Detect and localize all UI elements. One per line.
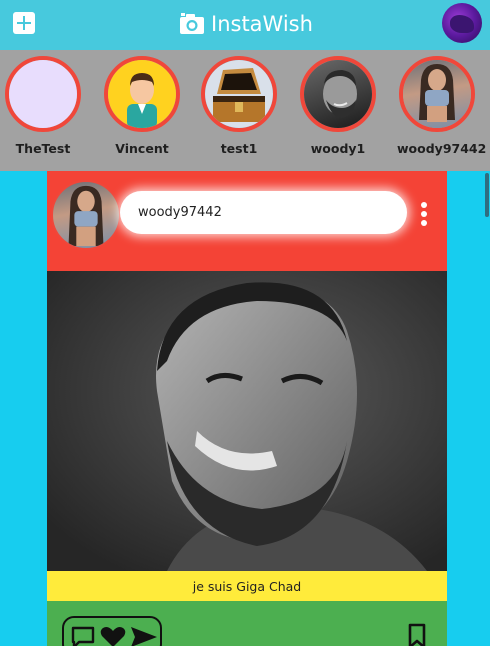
app-title: InstaWish	[211, 12, 313, 36]
scrollbar-track[interactable]	[484, 171, 490, 646]
story-item[interactable]: Vincent	[102, 56, 182, 156]
post-header: woody97442	[47, 171, 447, 271]
heart-icon[interactable]	[99, 625, 127, 646]
post-photo[interactable]	[47, 271, 447, 571]
story-avatar[interactable]	[201, 56, 277, 132]
app-header: InstaWish	[0, 0, 490, 50]
bw-portrait-icon	[304, 60, 372, 128]
post-caption: je suis Giga Chad	[192, 578, 302, 594]
treasure-chest-icon	[205, 60, 273, 128]
brand[interactable]: InstaWish	[179, 9, 313, 39]
story-avatar[interactable]	[5, 56, 81, 132]
action-group	[62, 616, 162, 646]
story-name: TheTest	[15, 141, 71, 156]
caption-bar: je suis Giga Chad	[47, 571, 447, 601]
story-item[interactable]: woody97442	[397, 56, 487, 156]
share-icon[interactable]	[129, 625, 159, 646]
story-item[interactable]: woody1	[298, 56, 378, 156]
story-avatar[interactable]	[399, 56, 475, 132]
author-name-pill[interactable]: woody97442	[120, 191, 407, 234]
add-post-button[interactable]	[13, 12, 35, 34]
story-avatar[interactable]	[104, 56, 180, 132]
stories-bar: TheTest Vincent test1 woody1 woody97442	[0, 50, 490, 171]
profile-avatar[interactable]	[442, 3, 482, 43]
story-name: test1	[220, 141, 258, 156]
blank-avatar-icon	[9, 60, 77, 128]
scrollbar-thumb[interactable]	[485, 173, 489, 217]
post-actions	[47, 601, 447, 646]
photo-portrait-icon	[403, 60, 471, 128]
story-item[interactable]: TheTest	[3, 56, 83, 156]
story-item[interactable]: test1	[199, 56, 279, 156]
cartoon-person-icon	[108, 60, 176, 128]
story-name: woody97442	[397, 141, 487, 156]
story-name: Vincent	[115, 141, 169, 156]
bookmark-icon[interactable]	[407, 623, 427, 646]
author-avatar[interactable]	[51, 180, 121, 250]
post-card: woody97442 je suis Giga Chad	[47, 171, 447, 646]
post-author: woody97442	[138, 205, 222, 220]
story-name: woody1	[310, 141, 366, 156]
camera-icon	[180, 13, 204, 34]
comment-icon[interactable]	[70, 625, 96, 646]
story-avatar[interactable]	[300, 56, 376, 132]
more-options-icon[interactable]	[419, 202, 429, 226]
